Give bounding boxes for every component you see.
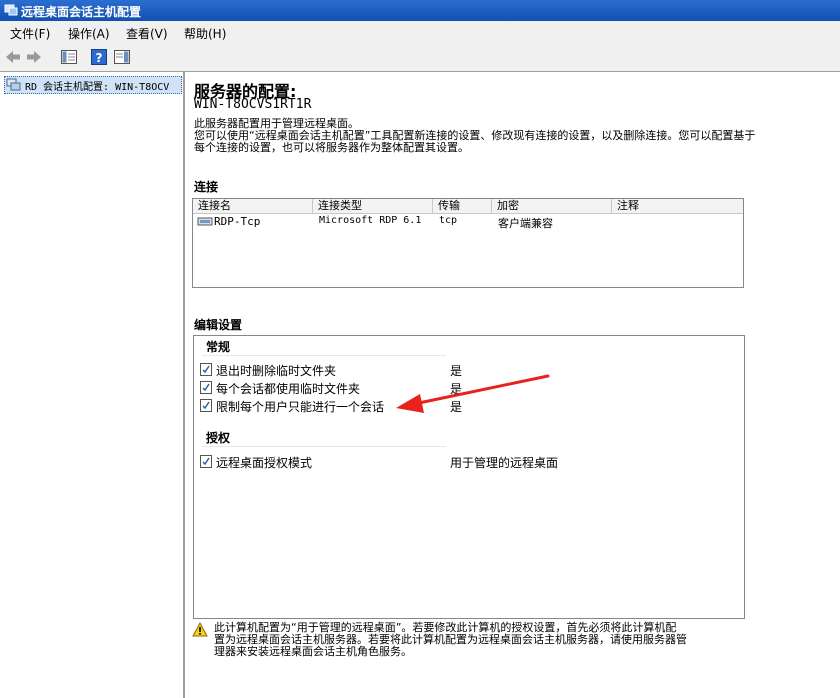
column-connection-name[interactable]: 连接名 (193, 199, 313, 213)
setting-name: 远程桌面授权模式 (216, 456, 313, 470)
property-sheet-icon (200, 399, 212, 412)
tree-item-label: RD 会话主机配置: WIN-T8OCV (25, 82, 170, 93)
description-line-3: 每个连接的设置，也可以将服务器作为整体配置其设置。 (194, 141, 469, 154)
connection-icon (197, 217, 213, 226)
notice-line-3: 理器来安装远程桌面会话主机角色服务。 (214, 645, 412, 658)
setting-value: 是 (450, 382, 463, 396)
server-name: WIN-T8OCVS1RT1R (194, 97, 312, 112)
show-hide-action-pane-icon[interactable] (113, 48, 131, 66)
group-divider (202, 355, 446, 356)
menu-bar: 文件(F) 操作(A) 查看(V) 帮助(H) (0, 21, 840, 45)
setting-name: 每个会话都使用临时文件夹 (216, 382, 361, 396)
property-sheet-icon (200, 381, 212, 394)
column-encryption[interactable]: 加密 (492, 199, 612, 213)
tree-item-rd-session-host[interactable]: RD 会话主机配置: WIN-T8OCV (4, 76, 182, 94)
connections-header: 连接名 连接类型 传输 加密 注释 (193, 199, 743, 214)
setting-value: 是 (450, 400, 463, 414)
setting-value: 是 (450, 364, 463, 378)
edit-settings-heading: 编辑设置 (194, 318, 243, 332)
menu-action[interactable]: 操作(A) (68, 25, 110, 42)
svg-text:?: ? (96, 51, 103, 65)
back-arrow-icon[interactable] (4, 48, 22, 66)
column-transport[interactable]: 传输 (433, 199, 492, 213)
title-bar: 远程桌面会话主机配置 (0, 0, 840, 21)
menu-file[interactable]: 文件(F) (10, 25, 50, 42)
remote-desktop-icon (4, 4, 18, 16)
cell-connection-type: Microsoft RDP 6.1 (319, 215, 422, 226)
column-comment[interactable]: 注释 (612, 199, 743, 213)
setting-name: 退出时删除临时文件夹 (216, 364, 337, 378)
column-connection-type[interactable]: 连接类型 (313, 199, 433, 213)
setting-name: 限制每个用户只能进行一个会话 (216, 400, 385, 414)
window-title: 远程桌面会话主机配置 (21, 5, 142, 19)
connections-list[interactable]: 连接名 连接类型 传输 加密 注释 RDP-Tcp Microsoft RDP … (192, 198, 744, 288)
group-divider (202, 446, 446, 447)
details-pane: 服务器的配置: WIN-T8OCVS1RT1R 此服务器配置用于管理远程桌面。 … (186, 72, 840, 698)
connections-heading: 连接 (194, 180, 219, 194)
forward-arrow-icon[interactable] (25, 48, 43, 66)
help-icon[interactable]: ? (90, 48, 108, 66)
edit-settings-list: 常规 退出时删除临时文件夹 是 每个会话都使用临时文件夹 是 限制每个用户只能进… (193, 335, 745, 619)
cell-encryption: 客户端兼容 (498, 217, 553, 230)
cell-connection-name: RDP-Tcp (214, 215, 261, 228)
warning-icon (192, 622, 208, 637)
show-hide-console-tree-icon[interactable] (60, 48, 78, 66)
group-licensing-heading: 授权 (206, 431, 231, 445)
group-general-heading: 常规 (206, 340, 231, 354)
cell-transport: tcp (439, 215, 458, 226)
menu-view[interactable]: 查看(V) (126, 25, 168, 42)
menu-help[interactable]: 帮助(H) (184, 25, 226, 42)
property-sheet-icon (200, 363, 212, 376)
toolbar: ? (0, 44, 840, 72)
setting-value: 用于管理的远程桌面 (450, 456, 559, 470)
description: 此服务器配置用于管理远程桌面。 您可以使用“远程桌面会话主机配置”工具配置新连接… (194, 118, 794, 154)
rd-host-config-icon (6, 78, 21, 91)
property-sheet-icon (200, 455, 212, 468)
notice-text: 此计算机配置为“用于管理的远程桌面”。若要修改此计算机的授权设置，首先必须将此计… (214, 622, 744, 658)
console-tree: RD 会话主机配置: WIN-T8OCV (0, 72, 185, 698)
